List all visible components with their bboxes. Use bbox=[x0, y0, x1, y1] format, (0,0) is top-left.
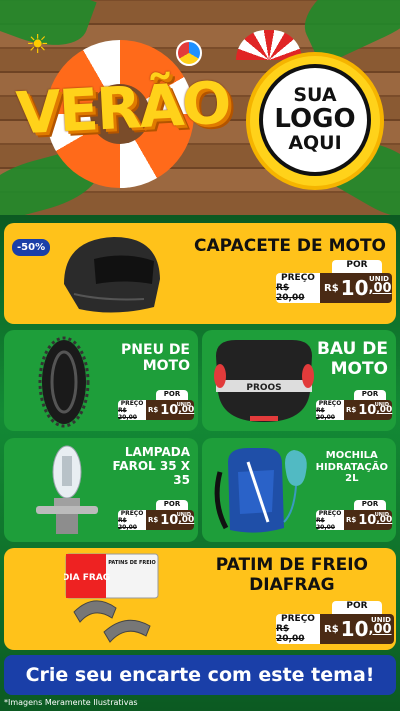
logo-text: AQUI bbox=[288, 131, 342, 154]
cta-banner[interactable]: Crie seu encarte com este tema! bbox=[4, 655, 396, 695]
old-price: R$ 20,00 bbox=[276, 283, 305, 303]
price-tag: PREÇO R$ 20,00 POR R$ 10 ,00 UNID bbox=[118, 500, 194, 531]
unit-label: UNID bbox=[371, 616, 391, 624]
logo-text: LOGO bbox=[274, 104, 356, 135]
logo-text: SUA bbox=[293, 84, 337, 107]
price-integer: 10 bbox=[160, 402, 179, 418]
price-label: PREÇO bbox=[281, 614, 315, 624]
summer-title: VERÃO bbox=[14, 68, 232, 148]
price-tag: PREÇO R$ 20,00 POR R$ 10 ,00 UNID bbox=[316, 500, 392, 531]
por-label: POR bbox=[354, 390, 386, 400]
brand-text: DIA FRAG bbox=[64, 573, 110, 583]
unit-label: UNID bbox=[176, 402, 191, 408]
price-label: PREÇO bbox=[281, 273, 315, 283]
unit-label: UNID bbox=[374, 402, 389, 408]
bulb-image bbox=[36, 445, 98, 534]
product-name: CAPACETE DE MOTO bbox=[194, 236, 386, 256]
old-price: R$ 20,00 bbox=[276, 624, 305, 644]
price-integer: 10 bbox=[160, 512, 179, 528]
logo-placeholder[interactable]: SUA LOGO AQUI bbox=[259, 64, 371, 176]
product-name: MOCHILA HIDRATAÇÃO 2L bbox=[315, 450, 388, 484]
backpack-image bbox=[214, 448, 307, 533]
product-card-topcase[interactable]: PROOS BAU DE MOTO PREÇO R$ 20,00 POR R$ 1… bbox=[202, 330, 396, 431]
brand-text: PROOS bbox=[246, 383, 281, 393]
price-tag: PREÇO R$ 20,00 POR R$ 10 ,00 UNID bbox=[276, 260, 392, 303]
price-integer: 10 bbox=[358, 402, 377, 418]
price-tag: PREÇO R$ 20,00 POR R$ 10 ,00 UNID bbox=[118, 390, 194, 421]
unit-label: UNID bbox=[369, 275, 389, 283]
price-integer: 10 bbox=[358, 512, 377, 528]
price-label: PREÇO bbox=[318, 509, 342, 517]
product-card-tire[interactable]: PNEU DE MOTO PREÇO R$ 20,00 POR R$ 10 ,00… bbox=[4, 330, 198, 431]
currency: R$ bbox=[148, 406, 159, 414]
helmet-image bbox=[64, 237, 160, 313]
currency: R$ bbox=[324, 282, 339, 294]
product-name: PNEU DE MOTO bbox=[121, 342, 190, 375]
disclaimer-text: *Imagens Meramente Ilustrativas bbox=[4, 698, 138, 707]
currency: R$ bbox=[346, 406, 357, 414]
beach-ball-icon bbox=[176, 40, 202, 66]
product-name: LAMPADA FAROL 35 X 35 bbox=[112, 445, 190, 487]
product-card-bulb[interactable]: LAMPADA FAROL 35 X 35 PREÇO R$ 20,00 POR R… bbox=[4, 438, 198, 542]
brake-pads-image: DIA FRAG PATINS DE FREIO bbox=[64, 553, 159, 643]
old-price: R$ 20,00 bbox=[316, 406, 335, 421]
product-card-brake-pads[interactable]: DIA FRAG PATINS DE FREIO PATIM DE FREIO D… bbox=[4, 548, 396, 650]
box-label: PATINS DE FREIO bbox=[108, 560, 156, 566]
summer-header-banner: ☀ VERÃO SUA LOGO AQUI bbox=[0, 0, 400, 215]
old-price: R$ 20,00 bbox=[316, 516, 335, 531]
sun-icon: ☀ bbox=[26, 30, 50, 60]
currency: R$ bbox=[148, 516, 159, 524]
unit-label: UNID bbox=[374, 512, 389, 518]
unit-label: UNID bbox=[176, 512, 191, 518]
price-label: PREÇO bbox=[120, 509, 144, 517]
price-label: PREÇO bbox=[120, 399, 144, 407]
price-tag: PREÇO R$ 20,00 POR R$ 10 ,00 UNID bbox=[316, 390, 392, 421]
topcase-image: PROOS bbox=[214, 340, 314, 422]
por-label: POR bbox=[156, 500, 188, 510]
currency: R$ bbox=[324, 623, 339, 635]
por-label: POR bbox=[156, 390, 188, 400]
old-price: R$ 20,00 bbox=[118, 406, 137, 421]
currency: R$ bbox=[346, 516, 357, 524]
product-name: PATIM DE FREIO DIAFRAG bbox=[215, 555, 368, 595]
discount-badge: -50% bbox=[12, 239, 51, 256]
price-tag: PREÇO R$ 20,00 POR R$ 10 ,00 UNID bbox=[276, 601, 394, 644]
price-integer: 10 bbox=[340, 617, 369, 641]
old-price: R$ 20,00 bbox=[118, 516, 137, 531]
price-label: PREÇO bbox=[318, 399, 342, 407]
price-integer: 10 bbox=[340, 276, 369, 300]
por-label: POR bbox=[354, 500, 386, 510]
tire-image bbox=[38, 336, 90, 428]
product-name: BAU DE MOTO bbox=[316, 339, 388, 379]
por-label: POR bbox=[332, 260, 382, 273]
por-label: POR bbox=[332, 601, 382, 614]
product-card-helmet[interactable]: -50% CAPACETE DE MOTO PREÇO R$ 20,00 POR… bbox=[4, 223, 396, 324]
product-card-backpack[interactable]: MOCHILA HIDRATAÇÃO 2L PREÇO R$ 20,00 POR R… bbox=[202, 438, 396, 542]
